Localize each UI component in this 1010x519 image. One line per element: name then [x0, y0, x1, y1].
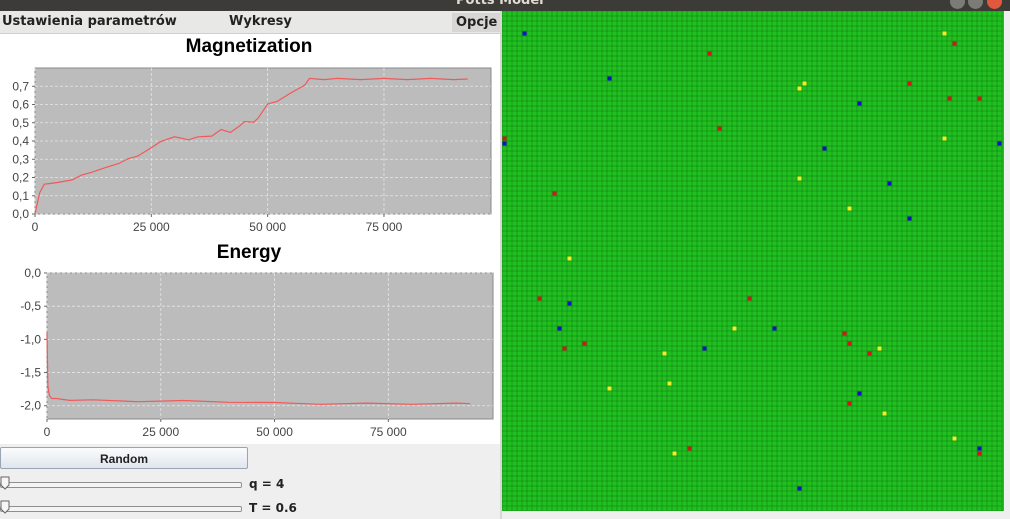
lattice-cell-yellow — [672, 451, 677, 456]
lattice-cell-yellow — [607, 386, 612, 391]
lattice-cell-blue — [772, 326, 777, 331]
energy-chart: Energy 0,0 -0,5 -1,0 -1,5 -2,0 0 25 000 50 000… — [20, 242, 494, 439]
lattice-cell-blue — [797, 486, 802, 491]
lattice-cell-red — [867, 351, 872, 356]
energy-plot-area — [46, 272, 494, 420]
t-slider-thumb[interactable] — [0, 500, 10, 514]
lattice-cell-red — [952, 41, 957, 46]
lattice-cell-red — [562, 346, 567, 351]
window-title: Potts Model — [456, 0, 544, 8]
q-slider-track[interactable] — [0, 482, 242, 488]
en-x-tick-label: 75 000 — [370, 425, 407, 439]
lattice-cell-yellow — [877, 346, 882, 351]
lattice-cell-yellow — [802, 81, 807, 86]
mag-y-tick-label: 0,4 — [12, 134, 29, 148]
lattice-cell-red — [947, 96, 952, 101]
lattice-cell-blue — [702, 346, 707, 351]
lattice-cell-red — [977, 451, 982, 456]
energy-title: Energy — [217, 242, 282, 263]
en-y-tick-label: -1,0 — [20, 332, 41, 346]
en-y-tick-label: -0,5 — [20, 299, 41, 313]
potts-lattice — [501, 10, 1004, 512]
lattice-cell-red — [582, 341, 587, 346]
lattice-cell-yellow — [567, 256, 572, 261]
lattice-cell-blue — [822, 146, 827, 151]
menu-wykresy[interactable]: Wykresy — [229, 14, 292, 29]
lattice-cell-red — [907, 81, 912, 86]
en-y-tick-label: -2,0 — [20, 399, 41, 413]
lattice-cell-blue — [857, 101, 862, 106]
lattice-cell-blue — [857, 391, 862, 396]
lattice-cell-red — [847, 401, 852, 406]
lattice-cell-red — [537, 296, 542, 301]
en-y-tick-label: -1,5 — [20, 366, 41, 380]
mag-y-tick-label: 0,3 — [12, 152, 29, 166]
en-x-tick-label: 0 — [44, 425, 51, 439]
random-button[interactable]: Random — [0, 447, 248, 469]
lattice-cell-yellow — [882, 411, 887, 416]
lattice-cell-yellow — [797, 176, 802, 181]
menu-opcje[interactable]: Opcje — [452, 13, 502, 32]
lattice-cell-yellow — [667, 381, 672, 386]
mag-x-tick-label: 25 000 — [133, 220, 170, 234]
lattice-cell-blue — [907, 216, 912, 221]
lattice-cell-blue — [977, 446, 982, 451]
lattice-cell-yellow — [732, 326, 737, 331]
lattice-cell-red — [552, 191, 557, 196]
lattice-cell-yellow — [942, 136, 947, 141]
mag-y-tick-label: 0,0 — [12, 207, 29, 221]
lattice-cell-red — [707, 51, 712, 56]
lattice-cell-blue — [887, 181, 892, 186]
magnetization-title: Magnetization — [186, 36, 313, 57]
window-titlebar: Potts Model — [0, 0, 1010, 11]
mag-x-tick-label: 50 000 — [249, 220, 286, 234]
maximize-icon[interactable] — [968, 0, 983, 9]
t-slider[interactable] — [0, 500, 242, 516]
lattice-cell-red — [502, 136, 507, 141]
mag-x-tick-label: 0 — [32, 220, 39, 234]
close-icon[interactable] — [987, 0, 1002, 9]
minimize-icon[interactable] — [950, 0, 965, 9]
t-slider-track[interactable] — [0, 506, 242, 512]
lattice-cell-blue — [567, 301, 572, 306]
mag-y-tick-label: 0,1 — [12, 189, 29, 203]
lattice-cell-red — [687, 446, 692, 451]
en-x-tick-label: 50 000 — [256, 425, 293, 439]
lattice-cell-blue — [607, 76, 612, 81]
lattice-cell-blue — [502, 141, 507, 146]
lattice-cell-red — [847, 341, 852, 346]
lattice-cell-red — [717, 126, 722, 131]
lattice-cell-yellow — [662, 351, 667, 356]
magnetization-chart: Magnetization 0,7 0,6 0,5 0,4 0,3 0,2 0,1 0,0 0… — [12, 36, 492, 234]
lattice-cell-blue — [557, 326, 562, 331]
lattice-cell-red — [977, 96, 982, 101]
t-value-label: T = 0.6 — [249, 501, 297, 515]
mag-x-tick-label: 75 000 — [366, 220, 403, 234]
menu-ustawienia-parametrow[interactable]: Ustawienia parametrów — [2, 14, 177, 29]
lattice-cell-yellow — [847, 206, 852, 211]
lattice-cell-blue — [522, 31, 527, 36]
mag-y-tick-label: 0,7 — [12, 79, 29, 93]
mag-y-tick-label: 0,2 — [12, 171, 29, 185]
en-x-tick-label: 25 000 — [142, 425, 179, 439]
lattice-cell-red — [842, 331, 847, 336]
q-slider[interactable] — [0, 476, 242, 492]
lattice-cell-yellow — [942, 31, 947, 36]
q-value-label: q = 4 — [249, 477, 285, 491]
mag-y-tick-label: 0,5 — [12, 116, 29, 130]
q-slider-thumb[interactable] — [0, 476, 10, 490]
en-y-tick-label: 0,0 — [24, 266, 41, 280]
lattice-grid — [501, 10, 1003, 512]
lattice-cell-blue — [997, 141, 1002, 146]
menu-bar: Ustawienia parametrów Wykresy Opcje — [0, 11, 502, 34]
mag-y-tick-label: 0,6 — [12, 98, 29, 112]
lattice-cell-red — [747, 296, 752, 301]
lattice-cell-yellow — [952, 436, 957, 441]
lattice-cell-yellow — [797, 86, 802, 91]
